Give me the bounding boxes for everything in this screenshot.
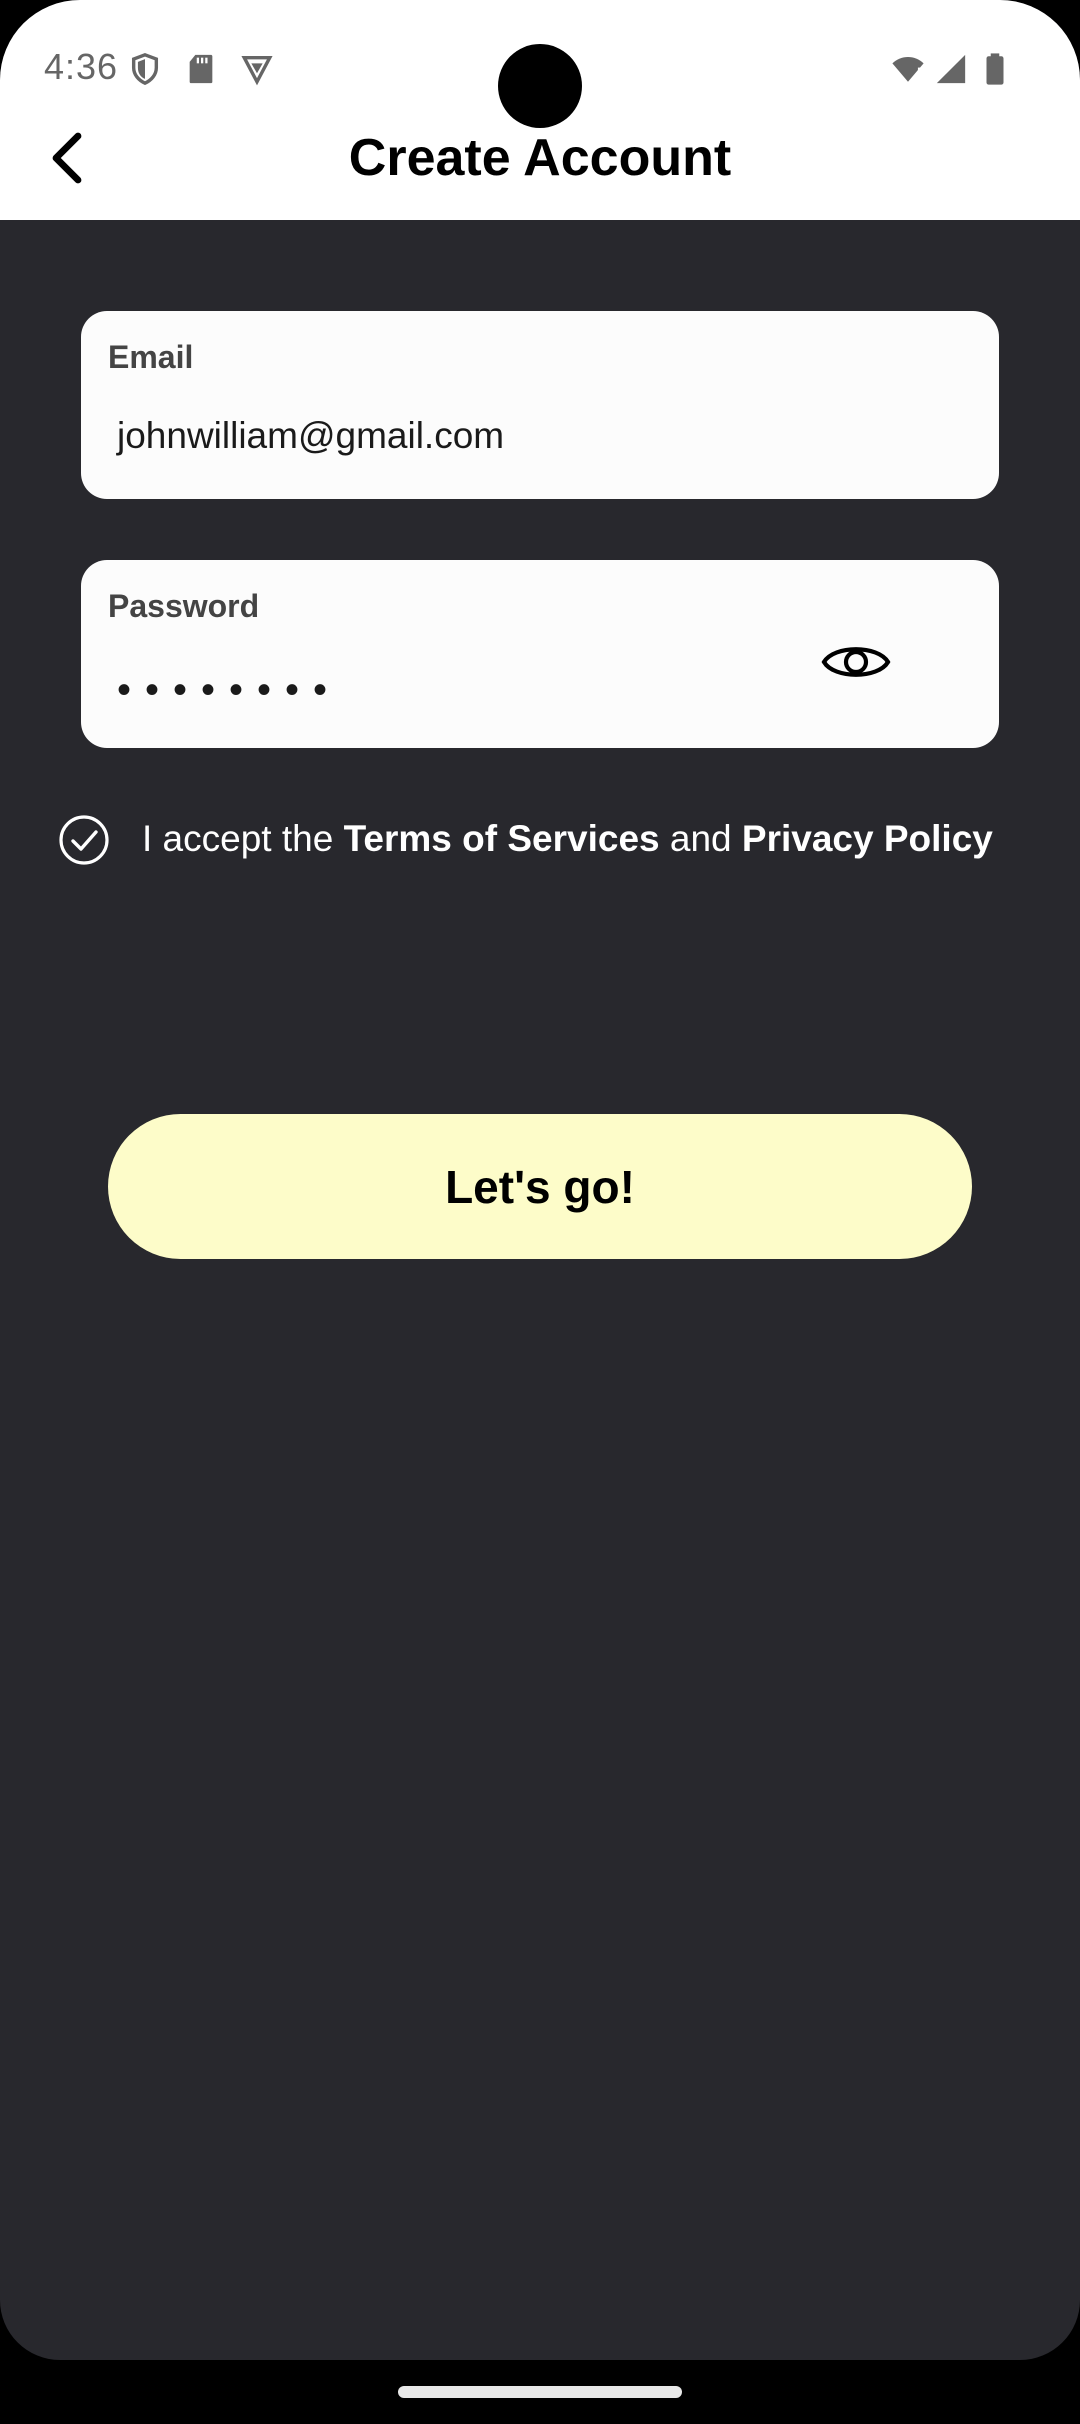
home-indicator[interactable]: [398, 2386, 682, 2398]
password-field[interactable]: Password ••••••••: [81, 560, 999, 748]
battery-icon: [986, 53, 1004, 85]
eye-icon: [821, 647, 891, 677]
privacy-policy-link[interactable]: Privacy Policy: [742, 818, 993, 859]
toggle-password-visibility-button[interactable]: [821, 620, 1069, 704]
password-label: Password: [108, 588, 260, 624]
terms-text: I accept the Terms of Services and Priva…: [142, 818, 993, 860]
terms-row: I accept the Terms of Services and Priva…: [58, 814, 1058, 870]
shield-icon: [131, 53, 159, 86]
page-title: Create Account: [348, 129, 732, 187]
wifi-alert-icon: [892, 56, 924, 82]
lets-go-button[interactable]: Let's go!: [108, 1114, 972, 1259]
signal-icon: [936, 54, 966, 84]
password-value[interactable]: ••••••••: [117, 668, 341, 713]
terms-checkbox[interactable]: [58, 814, 110, 866]
vpn-icon: [241, 55, 273, 86]
email-field[interactable]: Email johnwilliam@gmail.com: [81, 311, 999, 499]
sd-card-icon: [189, 54, 213, 84]
terms-middle: and: [659, 818, 742, 859]
status-time: 4:36: [44, 46, 119, 87]
terms-prefix: I accept the: [142, 818, 344, 859]
screen: 4:36 Create Account Email johnwilliam@gm…: [0, 0, 1080, 2360]
email-label: Email: [108, 339, 194, 375]
top-bar: 4:36 Create Account: [0, 0, 1080, 220]
camera-cutout: [498, 44, 582, 128]
terms-of-service-link[interactable]: Terms of Services: [344, 818, 660, 859]
email-value[interactable]: johnwilliam@gmail.com: [117, 415, 504, 457]
